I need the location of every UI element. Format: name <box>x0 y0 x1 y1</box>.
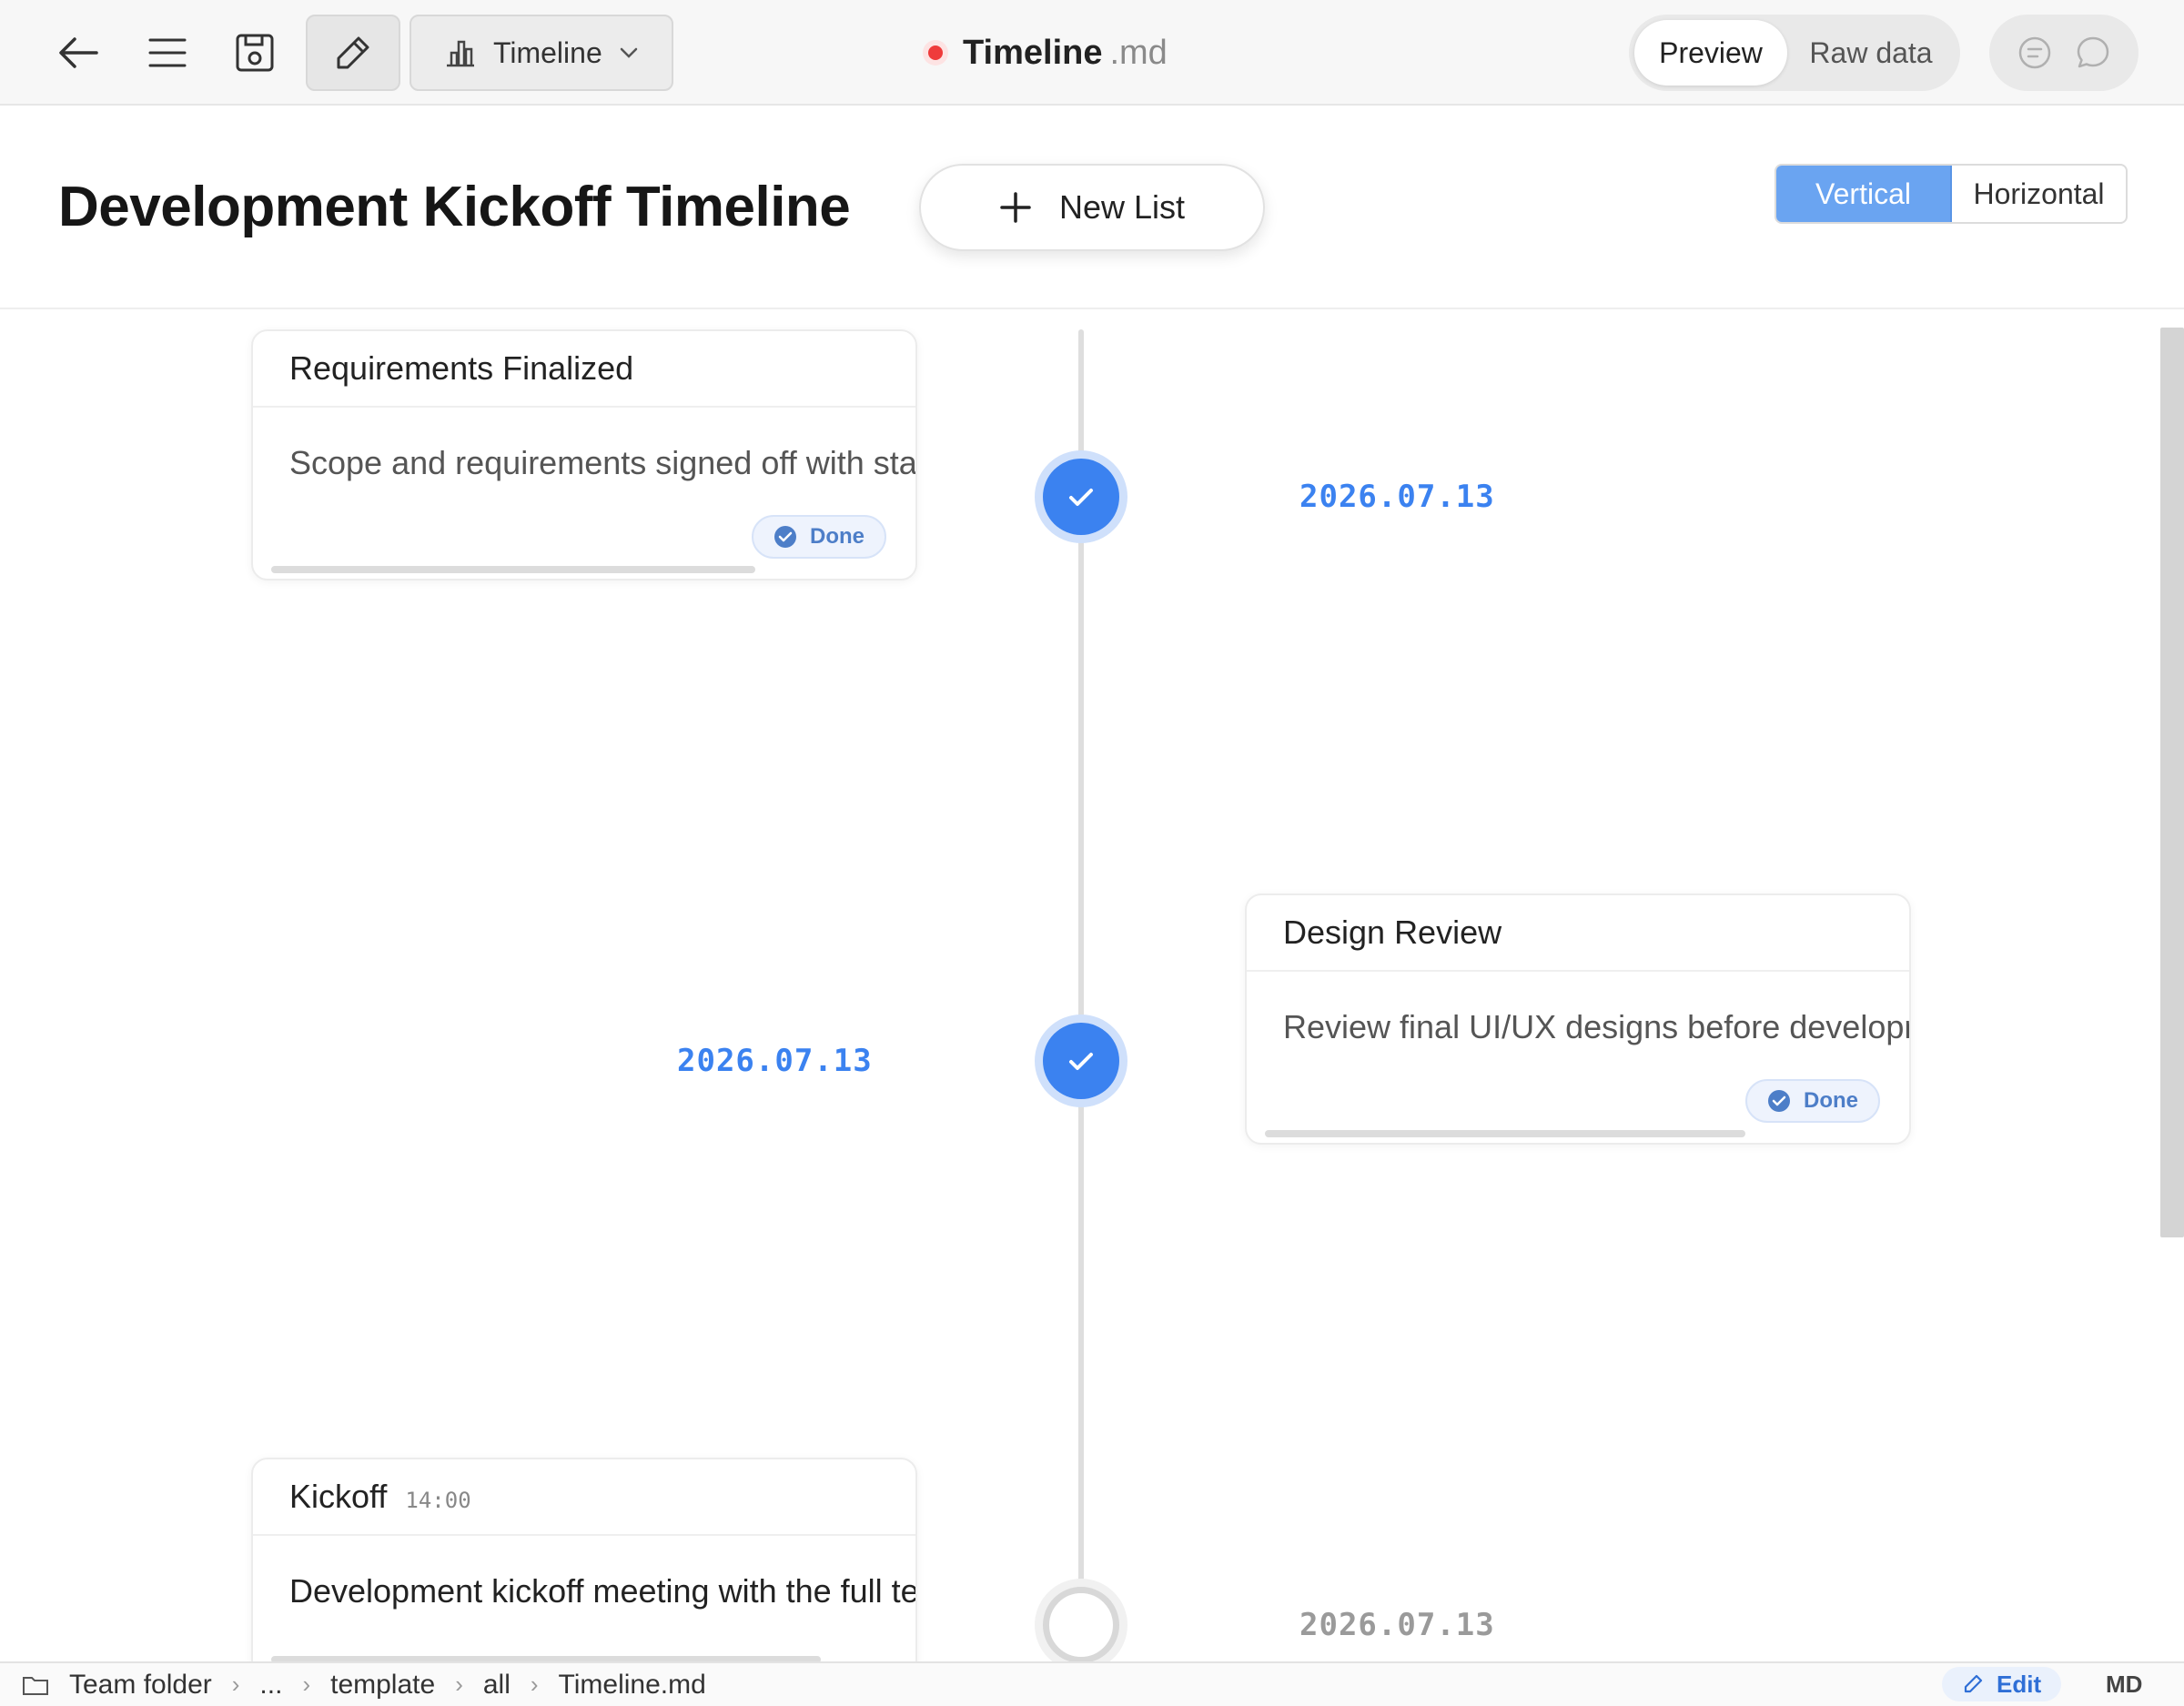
view-type-label: Timeline <box>493 35 602 69</box>
file-format-label: MD <box>2106 1671 2143 1698</box>
check-circle-icon <box>1768 1090 1790 1112</box>
save-icon[interactable] <box>229 27 280 78</box>
card-description: Review final UI/UX designs before develo… <box>1283 1008 1909 1045</box>
breadcrumb-item[interactable]: ... <box>259 1670 282 1701</box>
raw-data-button[interactable]: Raw data <box>1787 20 1955 86</box>
pencil-icon <box>1964 1674 1983 1693</box>
back-arrow-icon[interactable] <box>53 27 104 78</box>
chevron-right-icon: › <box>231 1671 240 1698</box>
document-extension: .md <box>1109 33 1168 72</box>
new-list-label: New List <box>1058 188 1186 226</box>
chevron-down-icon <box>620 47 637 58</box>
vertical-button[interactable]: Vertical <box>1776 166 1952 222</box>
milestone-node-done <box>1043 459 1119 535</box>
timeline-card[interactable]: Design Review Review final UI/UX designs… <box>1245 893 1911 1145</box>
comment-actions <box>1989 15 2138 91</box>
milestone-node-pending <box>1043 1587 1119 1663</box>
breadcrumb-item[interactable]: template <box>330 1670 435 1701</box>
horizontal-button[interactable]: Horizontal <box>1952 166 2126 222</box>
chat-bubble-icon[interactable] <box>2075 35 2111 71</box>
check-icon <box>1069 489 1093 506</box>
timeline-card[interactable]: Requirements Finalized Scope and require… <box>251 329 917 580</box>
preview-mode-toggle: Preview Raw data <box>1629 15 1960 91</box>
unsaved-indicator <box>928 45 943 60</box>
breadcrumb-item[interactable]: Timeline.md <box>559 1670 706 1701</box>
page-scrollbar[interactable] <box>2160 328 2184 1237</box>
breadcrumb-item[interactable]: Team folder <box>69 1670 212 1701</box>
bar-chart-icon <box>447 40 474 67</box>
breadcrumb-item[interactable]: all <box>483 1670 511 1701</box>
card-scrollbar[interactable] <box>271 566 755 573</box>
event-date: 2026.07.13 <box>1299 1607 1495 1643</box>
pencil-icon <box>337 36 369 69</box>
event-date: 2026.07.13 <box>677 1043 873 1079</box>
card-description: Scope and requirements signed off with s… <box>289 444 915 481</box>
status-label: Done <box>1804 1088 1858 1113</box>
status-badge: Done <box>752 515 886 559</box>
folder-icon <box>23 1676 48 1695</box>
status-bar: Team folder › ... › template › all › Tim… <box>0 1661 2184 1706</box>
comment-list-icon[interactable] <box>2017 35 2053 71</box>
page-header: Development Kickoff Timeline New List Ve… <box>0 106 2184 309</box>
event-date: 2026.07.13 <box>1299 479 1495 515</box>
milestone-node-done <box>1043 1023 1119 1099</box>
edit-button[interactable]: Edit <box>1942 1667 2062 1701</box>
card-scrollbar[interactable] <box>1265 1130 1745 1137</box>
top-toolbar: Timeline Timeline .md Preview Raw data <box>0 0 2184 106</box>
check-icon <box>1069 1053 1093 1070</box>
document-name: Timeline <box>963 33 1103 72</box>
timeline-card[interactable]: Kickoff 14:00 Development kickoff meetin… <box>251 1458 917 1663</box>
status-badge: Done <box>1745 1079 1880 1123</box>
document-title: Timeline .md <box>928 27 1168 78</box>
preview-button[interactable]: Preview <box>1634 20 1787 86</box>
chevron-right-icon: › <box>530 1671 539 1698</box>
card-title: Kickoff <box>289 1478 388 1515</box>
chevron-right-icon: › <box>302 1671 311 1698</box>
card-title: Requirements Finalized <box>289 349 634 387</box>
timeline: Requirements Finalized Scope and require… <box>0 309 2184 1663</box>
chevron-right-icon: › <box>455 1671 463 1698</box>
check-circle-icon <box>774 526 796 548</box>
page-title: Development Kickoff Timeline <box>58 176 851 238</box>
menu-icon[interactable] <box>142 27 193 78</box>
card-title: Design Review <box>1283 914 1502 951</box>
edit-mode-button[interactable] <box>306 15 400 91</box>
orientation-toggle: Vertical Horizontal <box>1774 164 2128 224</box>
breadcrumb: Team folder › ... › template › all › Tim… <box>0 1670 706 1701</box>
view-type-select[interactable]: Timeline <box>410 15 673 91</box>
new-list-button[interactable]: New List <box>919 164 1265 251</box>
edit-label: Edit <box>1997 1670 2042 1698</box>
card-description: Development kickoff meeting with the ful… <box>289 1572 915 1610</box>
plus-icon <box>1000 192 1031 223</box>
status-label: Done <box>810 524 864 549</box>
card-time: 14:00 <box>405 1488 471 1513</box>
